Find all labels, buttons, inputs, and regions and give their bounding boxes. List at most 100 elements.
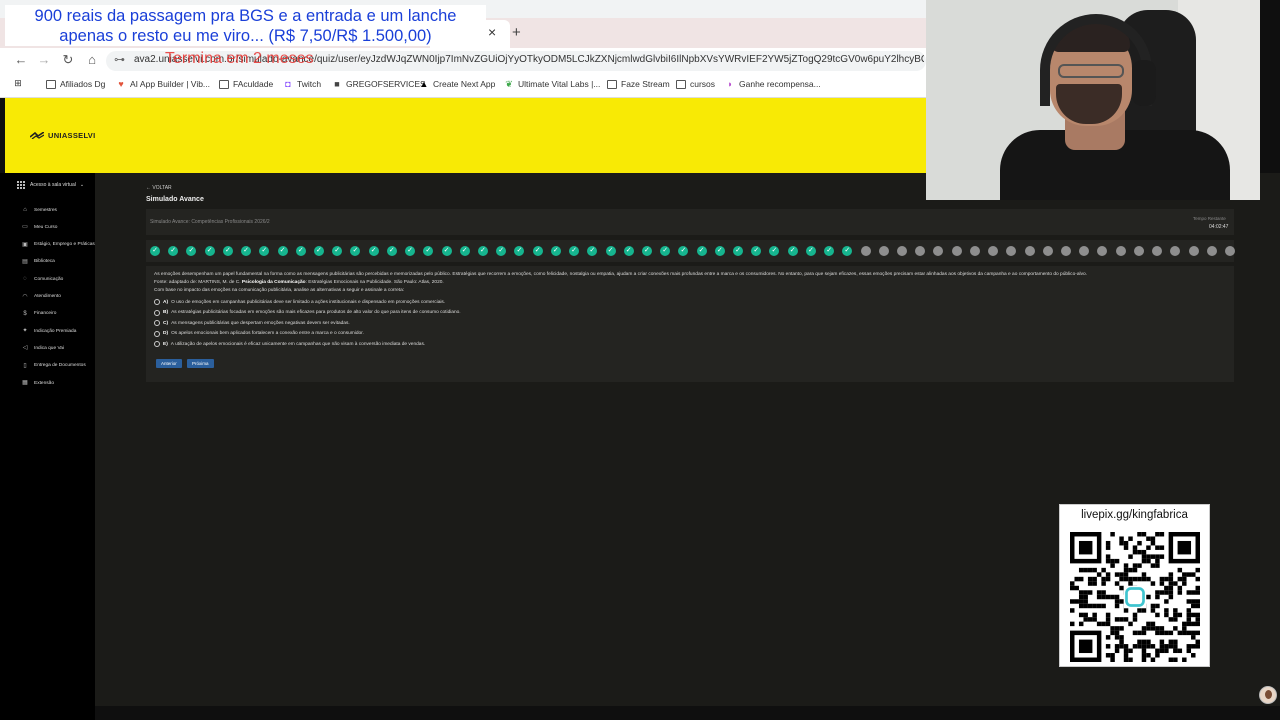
question-source: Fonte: adaptado de: MARTINS, M. de C. Ps… bbox=[154, 279, 1224, 287]
site-info-icon[interactable]: ⊶ bbox=[114, 53, 125, 66]
chat-icon: ◌ bbox=[23, 276, 27, 283]
sidebar-header-label: Acesso à sala virtual bbox=[30, 182, 76, 188]
question-answered-dot[interactable]: ✓ bbox=[222, 246, 233, 256]
question-answered-dot[interactable]: ✓ bbox=[569, 246, 580, 256]
home-icon[interactable]: ⌂ bbox=[83, 52, 101, 67]
reward-icon: ◗ bbox=[727, 78, 733, 89]
question-answered-dot[interactable]: ✓ bbox=[605, 246, 616, 256]
question-answered-dot[interactable]: ✓ bbox=[550, 246, 561, 256]
question-answered-dot[interactable]: ✓ bbox=[368, 246, 379, 256]
answer-option[interactable]: C) As mensagens publicitárias que despert… bbox=[154, 320, 350, 327]
sidebar-item-1[interactable]: ▭ Meu Curso bbox=[22, 224, 57, 230]
question-answered-dot[interactable]: ✓ bbox=[787, 246, 798, 256]
sidebar-item-8[interactable]: ◁ Indica que Vai bbox=[22, 345, 64, 351]
bookmark-6[interactable]: ❦ Ultimate Vital Labs |... bbox=[504, 79, 600, 89]
apps-grid-icon[interactable]: ⊞ bbox=[13, 79, 23, 88]
bookmark-label: FAculdade bbox=[233, 79, 274, 89]
next-button[interactable]: Próxima bbox=[187, 359, 214, 368]
question-pending-dot[interactable] bbox=[1133, 246, 1144, 256]
folder-icon bbox=[219, 79, 229, 89]
sidebar-item-4[interactable]: ◌ Comunicação bbox=[22, 276, 63, 282]
question-answered-dot[interactable]: ✓ bbox=[204, 246, 215, 256]
exam-subtitle: Simulado Avance: Competências Profission… bbox=[150, 219, 270, 225]
bookmark-8[interactable]: cursos bbox=[676, 79, 715, 89]
previous-button[interactable]: Anterior bbox=[156, 359, 182, 368]
question-answered-dot[interactable]: ✓ bbox=[386, 246, 397, 256]
chat-avatar-icon[interactable] bbox=[1259, 686, 1277, 704]
sidebar-item-5[interactable]: ◠ Atendimento bbox=[22, 294, 61, 300]
question-answered-dot[interactable]: ✓ bbox=[441, 246, 452, 256]
site-icon: ■ bbox=[334, 78, 340, 89]
donation-link: livepix.gg/kingfabrica bbox=[1081, 509, 1188, 521]
radio-button[interactable] bbox=[154, 299, 160, 305]
question-pending-dot[interactable] bbox=[1042, 246, 1053, 256]
question-answered-dot[interactable]: ✓ bbox=[623, 246, 634, 256]
question-pending-dot[interactable] bbox=[1225, 246, 1235, 256]
sidebar-item-3[interactable]: ▤ Biblioteca bbox=[22, 259, 55, 265]
question-answered-dot[interactable]: ✓ bbox=[295, 246, 306, 256]
sidebar-item-9[interactable]: ▯ Entrega de Documentos bbox=[22, 363, 85, 369]
answer-option[interactable]: D) Os apelos emocionais bem aplicados for… bbox=[154, 330, 364, 337]
question-answered-dot[interactable]: ✓ bbox=[733, 246, 744, 256]
question-answered-dot[interactable]: ✓ bbox=[477, 246, 488, 256]
question-pending-dot[interactable] bbox=[1188, 246, 1199, 256]
question-intro: As emoções desempenham um papel fundamen… bbox=[154, 272, 1087, 277]
sidebar-item-6[interactable]: $ Financeiro bbox=[22, 311, 56, 317]
question-pending-dot[interactable] bbox=[1206, 246, 1217, 256]
option-letter: E) bbox=[163, 341, 168, 347]
reload-icon[interactable]: ↻ bbox=[59, 52, 77, 68]
bookmark-5[interactable]: ▲ Create Next App bbox=[419, 79, 496, 89]
folder-icon bbox=[607, 79, 617, 89]
bookmark-3[interactable]: ◘ Twitch bbox=[283, 79, 321, 89]
answer-option[interactable]: B) As estratégias publicitárias focadas e… bbox=[154, 309, 461, 316]
back-arrow-icon[interactable]: ← bbox=[12, 52, 30, 67]
question-pending-dot[interactable] bbox=[969, 246, 980, 256]
question-answered-dot[interactable]: ✓ bbox=[459, 246, 470, 256]
radio-button[interactable] bbox=[154, 320, 160, 327]
answer-option[interactable]: A) O uso de emoções em campanhas publicit… bbox=[154, 299, 445, 305]
banner-line-1: 900 reais da passagem pra BGS e a entrad… bbox=[34, 7, 457, 25]
question-pending-dot[interactable] bbox=[860, 246, 871, 256]
option-letter: C) bbox=[163, 320, 169, 326]
question-answered-dot[interactable]: ✓ bbox=[696, 246, 707, 256]
question-pending-dot[interactable] bbox=[951, 246, 962, 256]
question-pending-dot[interactable] bbox=[1061, 246, 1072, 256]
radio-button[interactable] bbox=[154, 330, 160, 337]
bookmark-7[interactable]: Faze Stream bbox=[607, 79, 670, 89]
bookmark-9[interactable]: ◗ Ganhe recompensa... bbox=[725, 78, 820, 89]
question-text: As emoções desempenham um papel fundamen… bbox=[154, 271, 1224, 295]
webcam-headset-earcup bbox=[1132, 60, 1156, 106]
radio-button[interactable] bbox=[154, 309, 160, 316]
question-answered-dot[interactable]: ✓ bbox=[150, 246, 160, 256]
source-suffix: : Estratégias Emocionais na Publicidade.… bbox=[305, 280, 444, 285]
answer-option[interactable]: E) A utilização de apelos emocionais é ef… bbox=[154, 341, 425, 348]
bookmark-label: AI App Builder | Vib... bbox=[130, 79, 211, 89]
question-pending-dot[interactable] bbox=[1024, 246, 1035, 256]
new-tab-button[interactable]: + bbox=[512, 24, 521, 41]
bookmark-4[interactable]: ■ GREGOFSERVICES bbox=[332, 78, 425, 89]
sidebar-item-2[interactable]: ▣ Estágio, Emprego e Práticas bbox=[22, 242, 95, 248]
question-answered-dot[interactable]: ✓ bbox=[313, 246, 324, 256]
question-pending-dot[interactable] bbox=[897, 246, 908, 256]
bookmark-2[interactable]: FAculdade bbox=[219, 79, 273, 89]
source-prefix: Fonte: adaptado de: MARTINS, M. de C. bbox=[154, 280, 242, 285]
question-answered-dot[interactable]: ✓ bbox=[714, 246, 725, 256]
bookmark-1[interactable]: ♥ AI App Builder | Vib... bbox=[116, 79, 210, 89]
sidebar-item-7[interactable]: ✦ Indicação Premiada bbox=[22, 328, 76, 334]
uniasselvi-logo[interactable]: UNIASSELVI bbox=[30, 131, 95, 140]
question-answered-dot[interactable]: ✓ bbox=[641, 246, 652, 256]
radio-button[interactable] bbox=[154, 341, 160, 348]
bookmark-0[interactable]: Afiliados Dg bbox=[46, 79, 105, 89]
sidebar-item-10[interactable]: ▦ Extensão bbox=[22, 380, 54, 386]
sidebar-header[interactable]: Acesso à sala virtual ⌄ bbox=[17, 181, 84, 189]
sidebar-item-0[interactable]: ⌂ Semestres bbox=[22, 207, 57, 213]
tab-close-icon[interactable]: × bbox=[488, 24, 496, 40]
question-pending-dot[interactable] bbox=[1115, 246, 1126, 256]
option-letter: B) bbox=[163, 310, 169, 316]
back-link[interactable]: ← VOLTAR bbox=[146, 185, 172, 191]
question-pending-dot[interactable] bbox=[878, 246, 889, 256]
question-answered-dot[interactable]: ✓ bbox=[277, 246, 288, 256]
forward-arrow-icon[interactable]: → bbox=[35, 52, 53, 67]
question-answered-dot[interactable]: ✓ bbox=[532, 246, 543, 256]
question-answered-dot[interactable]: ✓ bbox=[805, 246, 816, 256]
